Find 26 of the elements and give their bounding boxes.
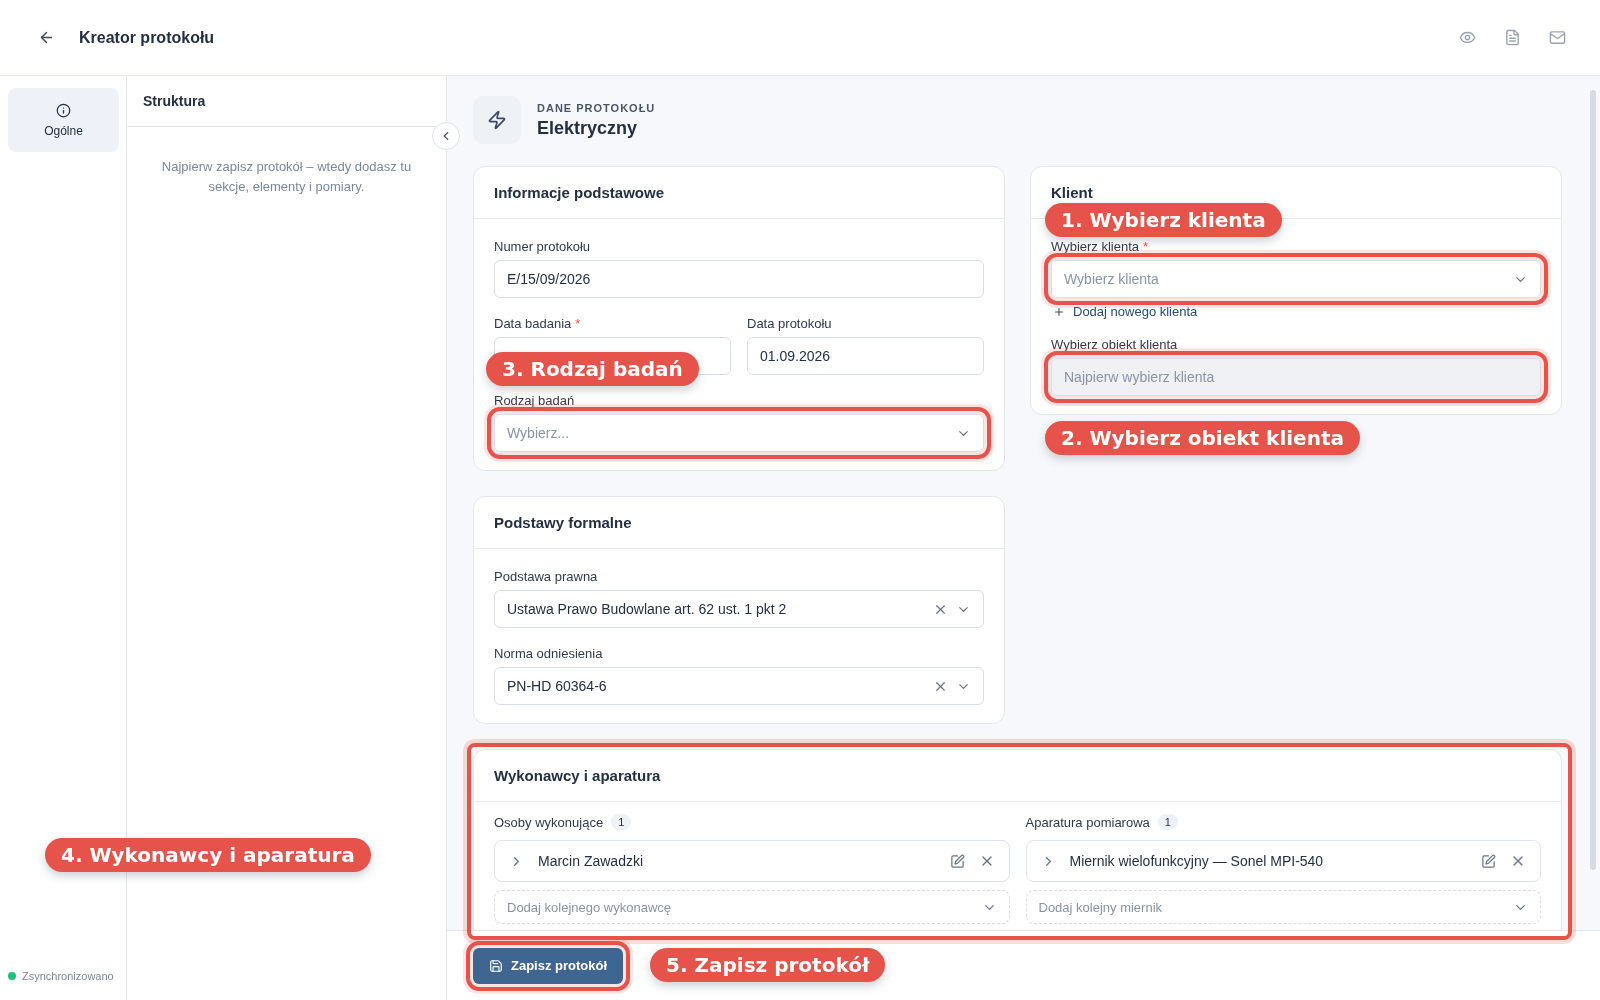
- section-label: Aparatura pomiarowa: [1025, 814, 1150, 830]
- field-label: Data badania: [494, 316, 572, 331]
- sync-status: Zsynchronizowano: [22, 970, 114, 982]
- annotation-tooltip: 3. Rodzaj badań: [486, 352, 699, 386]
- field-label: Wybierz obiekt klienta: [1051, 337, 1178, 352]
- required-mark: *: [575, 316, 581, 331]
- annotation-tooltip: 4. Wykonawcy i aparatura: [45, 838, 371, 872]
- field-label: Numer protokołu: [494, 239, 591, 254]
- field-label: Wybierz klienta: [1051, 239, 1140, 254]
- count-badge: 1: [611, 814, 632, 830]
- section-eyebrow: DANE PROTOKOŁU: [537, 101, 656, 114]
- section-label: Osoby wykonujące: [494, 814, 604, 830]
- annotation-tooltip: 5. Zapisz protokół: [650, 948, 886, 982]
- count-badge: 1: [1157, 814, 1178, 830]
- field-label: Data protokołu: [747, 316, 832, 331]
- field-label: Norma odniesienia: [494, 646, 603, 661]
- team-card: Wykonawcy i aparatura Osoby wykonujące 1 Marcin Zawadzki Dodaj kolejnego wykonawcę Aparatura pomiarowa 1 Miernik wielofunkcyjny — Sonel MPI-540 Dodaj kolejny miernik: [473, 749, 1562, 930]
- formal-card: Podstawy formalne Podstawa prawna Ustawa Prawo Budowlane art. 62 ust. 1 pkt 2 Norma odniesienia PN-HD 60364-6: [473, 496, 1005, 724]
- annotation-tooltip: 1. Wybierz klienta: [1045, 203, 1282, 237]
- field-label: Podstawa prawna: [494, 569, 598, 584]
- protocol-type: Elektryczny: [537, 117, 639, 139]
- field-label: Rodzaj badań: [494, 393, 575, 408]
- page-title: Kreator protokołu: [79, 28, 216, 47]
- annotation-tooltip: 2. Wybierz obiekt klienta: [1045, 421, 1360, 455]
- required-mark: *: [1143, 239, 1149, 254]
- empty-message: Najpierw zapisz protokół – wtedy dodasz tu sekcje, elementy i pomiary.: [160, 158, 413, 196]
